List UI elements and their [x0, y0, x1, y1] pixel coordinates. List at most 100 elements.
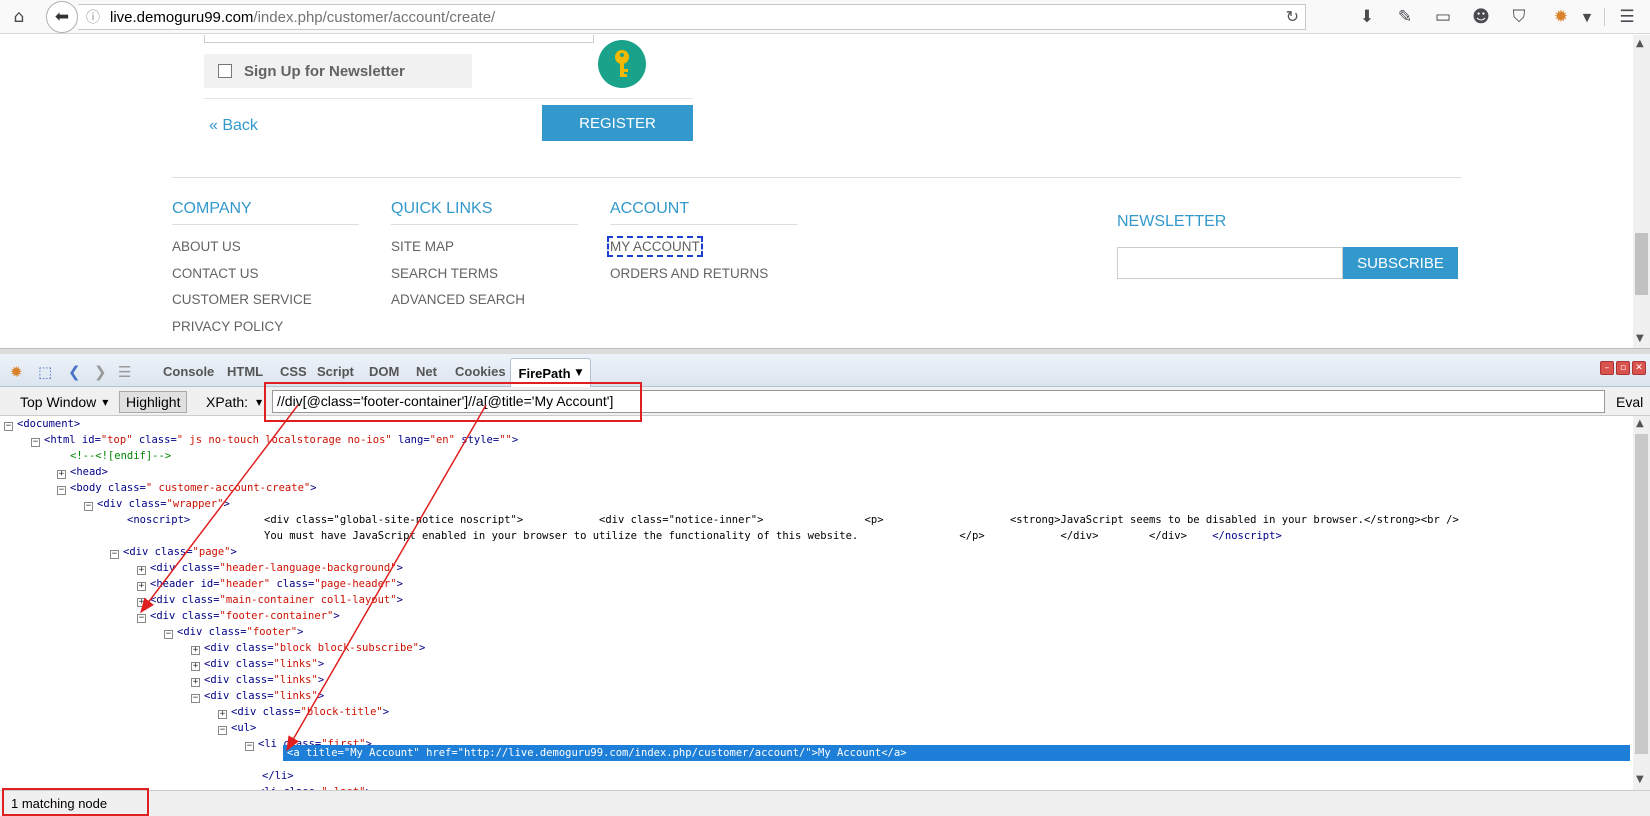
- collapse-icon[interactable]: −: [218, 726, 227, 735]
- collapse-icon[interactable]: −: [110, 550, 119, 559]
- tree-tag: <head>: [70, 466, 108, 478]
- tab-css[interactable]: CSS: [280, 364, 307, 379]
- url-bar[interactable]: ⓘ live.demoguru99.com/index.php/customer…: [78, 4, 1306, 30]
- reload-icon[interactable]: ↻: [1286, 7, 1299, 26]
- tree-tag: <html id=: [44, 434, 101, 446]
- info-icon[interactable]: ⓘ: [82, 7, 104, 27]
- newsletter-checkbox[interactable]: [218, 64, 232, 78]
- tree-row[interactable]: − <body class=" customer-account-create">: [57, 480, 317, 496]
- minimize-icon[interactable]: –: [1600, 361, 1614, 375]
- download-icon[interactable]: ⬇: [1354, 4, 1380, 30]
- eval-button[interactable]: Eval: [1616, 394, 1643, 410]
- collapse-icon[interactable]: −: [57, 486, 66, 495]
- tree-row[interactable]: </li>: [262, 768, 294, 784]
- tree-row[interactable]: + <div class="links">: [191, 672, 324, 688]
- newsletter-email-input[interactable]: [1117, 247, 1343, 279]
- tab-html[interactable]: HTML: [227, 364, 263, 379]
- tree-row[interactable]: + <div class="header-language-background"…: [137, 560, 403, 576]
- scroll-down-icon[interactable]: ▼: [1636, 333, 1644, 344]
- previous-input-field[interactable]: [204, 35, 594, 43]
- inspect-element-icon[interactable]: ⬚: [38, 363, 52, 381]
- footer-link-contact-us[interactable]: CONTACT US: [172, 265, 359, 292]
- back-link[interactable]: « Back: [209, 117, 258, 135]
- tree-attr-value: "page-header": [314, 578, 397, 590]
- command-line-icon[interactable]: ☰: [118, 363, 131, 381]
- tree-row[interactable]: − <div class="footer-container">: [137, 608, 340, 624]
- footer-link-orders-and-returns[interactable]: ORDERS AND RETURNS: [610, 265, 797, 292]
- selected-node-text: <a title="My Account" href="http://live.…: [287, 747, 907, 759]
- tab-dom[interactable]: DOM: [369, 364, 399, 379]
- tree-row[interactable]: − <div class="links">: [191, 688, 324, 704]
- footer-link-customer-service[interactable]: CUSTOMER SERVICE: [172, 291, 359, 318]
- hamburger-menu-icon[interactable]: ☰: [1614, 4, 1640, 30]
- scroll-down-icon[interactable]: ▼: [1636, 774, 1644, 785]
- close-icon[interactable]: ✕: [1632, 361, 1646, 375]
- expand-icon[interactable]: +: [191, 678, 200, 687]
- tree-row[interactable]: − <div class="wrapper">: [84, 496, 230, 512]
- tree-row[interactable]: + <div class="links">: [191, 656, 324, 672]
- newsletter-signup[interactable]: Sign Up for Newsletter: [204, 54, 472, 88]
- collapse-icon[interactable]: −: [245, 742, 254, 751]
- xpath-selector[interactable]: XPath: ▼: [200, 391, 268, 413]
- collapse-icon[interactable]: −: [31, 438, 40, 447]
- tree-row[interactable]: + <header id="header" class="page-header"…: [137, 576, 403, 592]
- footer-link-privacy-policy[interactable]: PRIVACY POLICY: [172, 318, 359, 345]
- page-scroll-thumb[interactable]: [1635, 233, 1648, 295]
- tree-row[interactable]: − <ul>: [218, 720, 256, 736]
- expand-icon[interactable]: +: [191, 646, 200, 655]
- chevron-right-icon[interactable]: ❯: [94, 363, 107, 381]
- chevron-down-icon[interactable]: ▼: [576, 368, 583, 378]
- tab-net[interactable]: Net: [416, 364, 437, 379]
- footer-link-search-terms[interactable]: SEARCH TERMS: [391, 265, 578, 292]
- tab-cookies[interactable]: Cookies: [455, 364, 506, 379]
- subscribe-button[interactable]: SUBSCRIBE: [1343, 247, 1458, 279]
- expand-icon[interactable]: +: [57, 470, 66, 479]
- back-arrow-icon[interactable]: ⬅: [46, 1, 78, 33]
- home-icon[interactable]: ⌂: [6, 4, 32, 30]
- chat-icon[interactable]: ☻: [1468, 4, 1494, 30]
- tab-script[interactable]: Script: [317, 364, 354, 379]
- collapse-icon[interactable]: −: [137, 614, 146, 623]
- tree-scroll-thumb[interactable]: [1635, 434, 1648, 754]
- tree-attr-name: class=: [132, 434, 177, 446]
- expand-icon[interactable]: +: [191, 662, 200, 671]
- tree-row[interactable]: + <head>: [57, 464, 108, 480]
- expand-icon[interactable]: +: [137, 566, 146, 575]
- collapse-icon[interactable]: −: [191, 694, 200, 703]
- footer-link-my-account[interactable]: MY ACCOUNT: [607, 236, 703, 257]
- register-button[interactable]: REGISTER: [542, 105, 693, 141]
- tree-row[interactable]: − <document>: [4, 416, 80, 432]
- firebug-icon[interactable]: ✹: [1548, 4, 1574, 30]
- collapse-icon[interactable]: −: [84, 502, 93, 511]
- collapse-icon[interactable]: −: [4, 422, 13, 431]
- expand-icon[interactable]: +: [137, 582, 146, 591]
- window-select[interactable]: Top Window ▼: [14, 391, 114, 413]
- tree-row[interactable]: + <div class="main-container col1-layout"…: [137, 592, 403, 608]
- highlight-button[interactable]: Highlight: [119, 391, 188, 413]
- footer-link-advanced-search[interactable]: ADVANCED SEARCH: [391, 291, 578, 318]
- expand-icon[interactable]: +: [218, 710, 227, 719]
- tree-row[interactable]: <!--<![endif]-->: [70, 448, 171, 464]
- expand-icon[interactable]: +: [137, 598, 146, 607]
- footer-link-site-map[interactable]: SITE MAP: [391, 238, 578, 265]
- tree-row[interactable]: − <div class="page">: [110, 544, 237, 560]
- reader-view-icon[interactable]: ▭: [1430, 4, 1456, 30]
- scroll-up-icon[interactable]: ▲: [1636, 38, 1644, 49]
- tree-row[interactable]: + <div class="block block-subscribe">: [191, 640, 425, 656]
- tree-row[interactable]: + <div class="block-title">: [218, 704, 389, 720]
- firebug-logo-icon[interactable]: ✹: [10, 363, 23, 381]
- detach-icon[interactable]: ▫: [1616, 361, 1630, 375]
- chevron-left-icon[interactable]: ❮: [68, 363, 81, 381]
- scroll-up-icon[interactable]: ▲: [1636, 418, 1644, 429]
- tree-row[interactable]: − <div class="footer">: [164, 624, 303, 640]
- firebug-menu-icon[interactable]: ▼: [1574, 4, 1600, 30]
- pocket-icon[interactable]: ⛉: [1506, 4, 1532, 30]
- tree-row[interactable]: − <html id="top" class=" js no-touch loca…: [31, 432, 518, 448]
- tab-console[interactable]: Console: [163, 364, 214, 379]
- collapse-icon[interactable]: −: [164, 630, 173, 639]
- tree-scrollbar[interactable]: ▲ ▼: [1633, 416, 1650, 790]
- page-scrollbar[interactable]: ▲ ▼: [1633, 35, 1650, 348]
- tree-row[interactable]: <noscript>: [127, 512, 190, 528]
- notepad-icon[interactable]: ✎: [1392, 4, 1418, 30]
- footer-link-about-us[interactable]: ABOUT US: [172, 238, 359, 265]
